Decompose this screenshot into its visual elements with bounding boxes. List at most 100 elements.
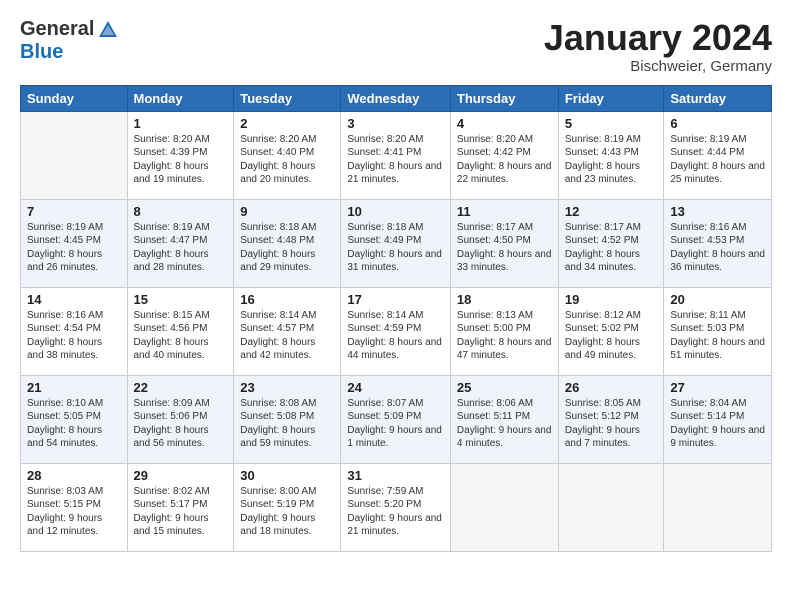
calendar-cell: 10Sunrise: 8:18 AM Sunset: 4:49 PM Dayli… (341, 199, 451, 287)
calendar-cell: 6 Sunrise: 8:19 AM Sunset: 4:44 PM Daylig… (664, 111, 772, 199)
calendar-cell (450, 463, 558, 551)
calendar-cell: 2Sunrise: 8:20 AM Sunset: 4:40 PM Daylig… (234, 111, 341, 199)
day-number: 27 (670, 380, 765, 395)
calendar-cell: 5Sunrise: 8:19 AM Sunset: 4:43 PM Daylig… (558, 111, 664, 199)
calendar-cell: 4 Sunrise: 8:20 AM Sunset: 4:42 PM Daylig… (450, 111, 558, 199)
page: General Blue January 2024 Bischweier, Ge… (0, 0, 792, 612)
day-info: Sunrise: 8:20 AM Sunset: 4:40 PM Dayligh… (240, 133, 334, 187)
day-info: Sunrise: 8:11 AM Sunset: 5:03 PM Dayligh… (670, 309, 765, 363)
calendar-cell (664, 463, 772, 551)
day-info: Sunrise: 8:12 AM Sunset: 5:02 PM Dayligh… (565, 309, 658, 363)
calendar-cell: 23 Sunrise: 8:08 AM Sunset: 5:08 PM Dayli… (234, 375, 341, 463)
day-info: Sunrise: 8:20 AM Sunset: 4:39 PM Dayligh… (134, 133, 228, 187)
calendar-cell (21, 111, 128, 199)
week-row-0: 1 Sunrise: 8:20 AM Sunset: 4:39 PM Daylig… (21, 111, 772, 199)
calendar-cell: 1 Sunrise: 8:20 AM Sunset: 4:39 PM Daylig… (127, 111, 234, 199)
week-row-4: 28 Sunrise: 8:03 AM Sunset: 5:15 PM Dayli… (21, 463, 772, 551)
day-info: Sunrise: 8:17 AM Sunset: 4:52 PM Dayligh… (565, 221, 658, 275)
day-number: 18 (457, 292, 552, 307)
week-row-2: 14Sunrise: 8:16 AM Sunset: 4:54 PM Dayli… (21, 287, 772, 375)
day-info: Sunrise: 8:06 AM Sunset: 5:11 PM Dayligh… (457, 397, 552, 451)
day-info: Sunrise: 8:00 AM Sunset: 5:19 PM Dayligh… (240, 485, 334, 539)
day-info: Sunrise: 8:19 AM Sunset: 4:45 PM Dayligh… (27, 221, 121, 275)
day-number: 30 (240, 468, 334, 483)
calendar-cell: 26Sunrise: 8:05 AM Sunset: 5:12 PM Dayli… (558, 375, 664, 463)
day-number: 15 (134, 292, 228, 307)
calendar-cell: 15 Sunrise: 8:15 AM Sunset: 4:56 PM Dayli… (127, 287, 234, 375)
day-number: 8 (134, 204, 228, 219)
day-number: 7 (27, 204, 121, 219)
day-number: 16 (240, 292, 334, 307)
day-info: Sunrise: 8:19 AM Sunset: 4:47 PM Dayligh… (134, 221, 228, 275)
calendar-cell: 13 Sunrise: 8:16 AM Sunset: 4:53 PM Dayli… (664, 199, 772, 287)
calendar-cell: 24Sunrise: 8:07 AM Sunset: 5:09 PM Dayli… (341, 375, 451, 463)
day-number: 11 (457, 204, 552, 219)
day-info: Sunrise: 8:20 AM Sunset: 4:42 PM Dayligh… (457, 133, 552, 187)
day-number: 13 (670, 204, 765, 219)
header-sunday: Sunday (21, 85, 128, 111)
calendar-cell: 18 Sunrise: 8:13 AM Sunset: 5:00 PM Dayli… (450, 287, 558, 375)
day-number: 20 (670, 292, 765, 307)
day-number: 5 (565, 116, 658, 131)
calendar-cell: 20 Sunrise: 8:11 AM Sunset: 5:03 PM Dayli… (664, 287, 772, 375)
day-info: Sunrise: 8:14 AM Sunset: 4:59 PM Dayligh… (347, 309, 444, 363)
calendar-cell: 17 Sunrise: 8:14 AM Sunset: 4:59 PM Dayli… (341, 287, 451, 375)
calendar-cell: 11 Sunrise: 8:17 AM Sunset: 4:50 PM Dayli… (450, 199, 558, 287)
calendar-cell: 25 Sunrise: 8:06 AM Sunset: 5:11 PM Dayli… (450, 375, 558, 463)
day-info: Sunrise: 8:15 AM Sunset: 4:56 PM Dayligh… (134, 309, 228, 363)
day-number: 1 (134, 116, 228, 131)
day-info: Sunrise: 8:04 AM Sunset: 5:14 PM Dayligh… (670, 397, 765, 451)
day-number: 4 (457, 116, 552, 131)
header-monday: Monday (127, 85, 234, 111)
day-info: Sunrise: 8:02 AM Sunset: 5:17 PM Dayligh… (134, 485, 228, 539)
day-info: Sunrise: 8:17 AM Sunset: 4:50 PM Dayligh… (457, 221, 552, 275)
day-number: 23 (240, 380, 334, 395)
calendar-cell: 19 Sunrise: 8:12 AM Sunset: 5:02 PM Dayli… (558, 287, 664, 375)
day-number: 14 (27, 292, 121, 307)
day-info: Sunrise: 8:09 AM Sunset: 5:06 PM Dayligh… (134, 397, 228, 451)
header-thursday: Thursday (450, 85, 558, 111)
day-info: Sunrise: 8:18 AM Sunset: 4:49 PM Dayligh… (347, 221, 444, 275)
logo-general: General (20, 18, 94, 41)
day-info: Sunrise: 8:18 AM Sunset: 4:48 PM Dayligh… (240, 221, 334, 275)
calendar-cell: 30 Sunrise: 8:00 AM Sunset: 5:19 PM Dayli… (234, 463, 341, 551)
day-number: 17 (347, 292, 444, 307)
day-info: Sunrise: 8:08 AM Sunset: 5:08 PM Dayligh… (240, 397, 334, 451)
day-number: 24 (347, 380, 444, 395)
day-info: Sunrise: 8:16 AM Sunset: 4:53 PM Dayligh… (670, 221, 765, 275)
calendar-cell: 9Sunrise: 8:18 AM Sunset: 4:48 PM Daylig… (234, 199, 341, 287)
logo-icon (97, 19, 119, 41)
logo: General Blue (20, 18, 119, 64)
day-number: 31 (347, 468, 444, 483)
day-number: 12 (565, 204, 658, 219)
day-info: Sunrise: 8:13 AM Sunset: 5:00 PM Dayligh… (457, 309, 552, 363)
calendar-cell (558, 463, 664, 551)
header-saturday: Saturday (664, 85, 772, 111)
day-info: Sunrise: 8:20 AM Sunset: 4:41 PM Dayligh… (347, 133, 444, 187)
day-number: 28 (27, 468, 121, 483)
calendar-cell: 16 Sunrise: 8:14 AM Sunset: 4:57 PM Dayli… (234, 287, 341, 375)
calendar-cell: 7 Sunrise: 8:19 AM Sunset: 4:45 PM Daylig… (21, 199, 128, 287)
day-number: 3 (347, 116, 444, 131)
header-tuesday: Tuesday (234, 85, 341, 111)
header-friday: Friday (558, 85, 664, 111)
calendar-header-row: SundayMondayTuesdayWednesdayThursdayFrid… (21, 85, 772, 111)
calendar-cell: 14Sunrise: 8:16 AM Sunset: 4:54 PM Dayli… (21, 287, 128, 375)
calendar: SundayMondayTuesdayWednesdayThursdayFrid… (20, 85, 772, 552)
calendar-cell: 21Sunrise: 8:10 AM Sunset: 5:05 PM Dayli… (21, 375, 128, 463)
calendar-cell: 31Sunrise: 7:59 AM Sunset: 5:20 PM Dayli… (341, 463, 451, 551)
day-number: 26 (565, 380, 658, 395)
day-info: Sunrise: 8:03 AM Sunset: 5:15 PM Dayligh… (27, 485, 121, 539)
calendar-cell: 12 Sunrise: 8:17 AM Sunset: 4:52 PM Dayli… (558, 199, 664, 287)
calendar-cell: 27 Sunrise: 8:04 AM Sunset: 5:14 PM Dayli… (664, 375, 772, 463)
week-row-1: 7 Sunrise: 8:19 AM Sunset: 4:45 PM Daylig… (21, 199, 772, 287)
month-title: January 2024 (544, 18, 772, 58)
day-number: 25 (457, 380, 552, 395)
day-number: 6 (670, 116, 765, 131)
day-info: Sunrise: 8:14 AM Sunset: 4:57 PM Dayligh… (240, 309, 334, 363)
calendar-cell: 3 Sunrise: 8:20 AM Sunset: 4:41 PM Daylig… (341, 111, 451, 199)
day-number: 19 (565, 292, 658, 307)
location: Bischweier, Germany (544, 58, 772, 75)
day-info: Sunrise: 8:19 AM Sunset: 4:44 PM Dayligh… (670, 133, 765, 187)
day-number: 22 (134, 380, 228, 395)
